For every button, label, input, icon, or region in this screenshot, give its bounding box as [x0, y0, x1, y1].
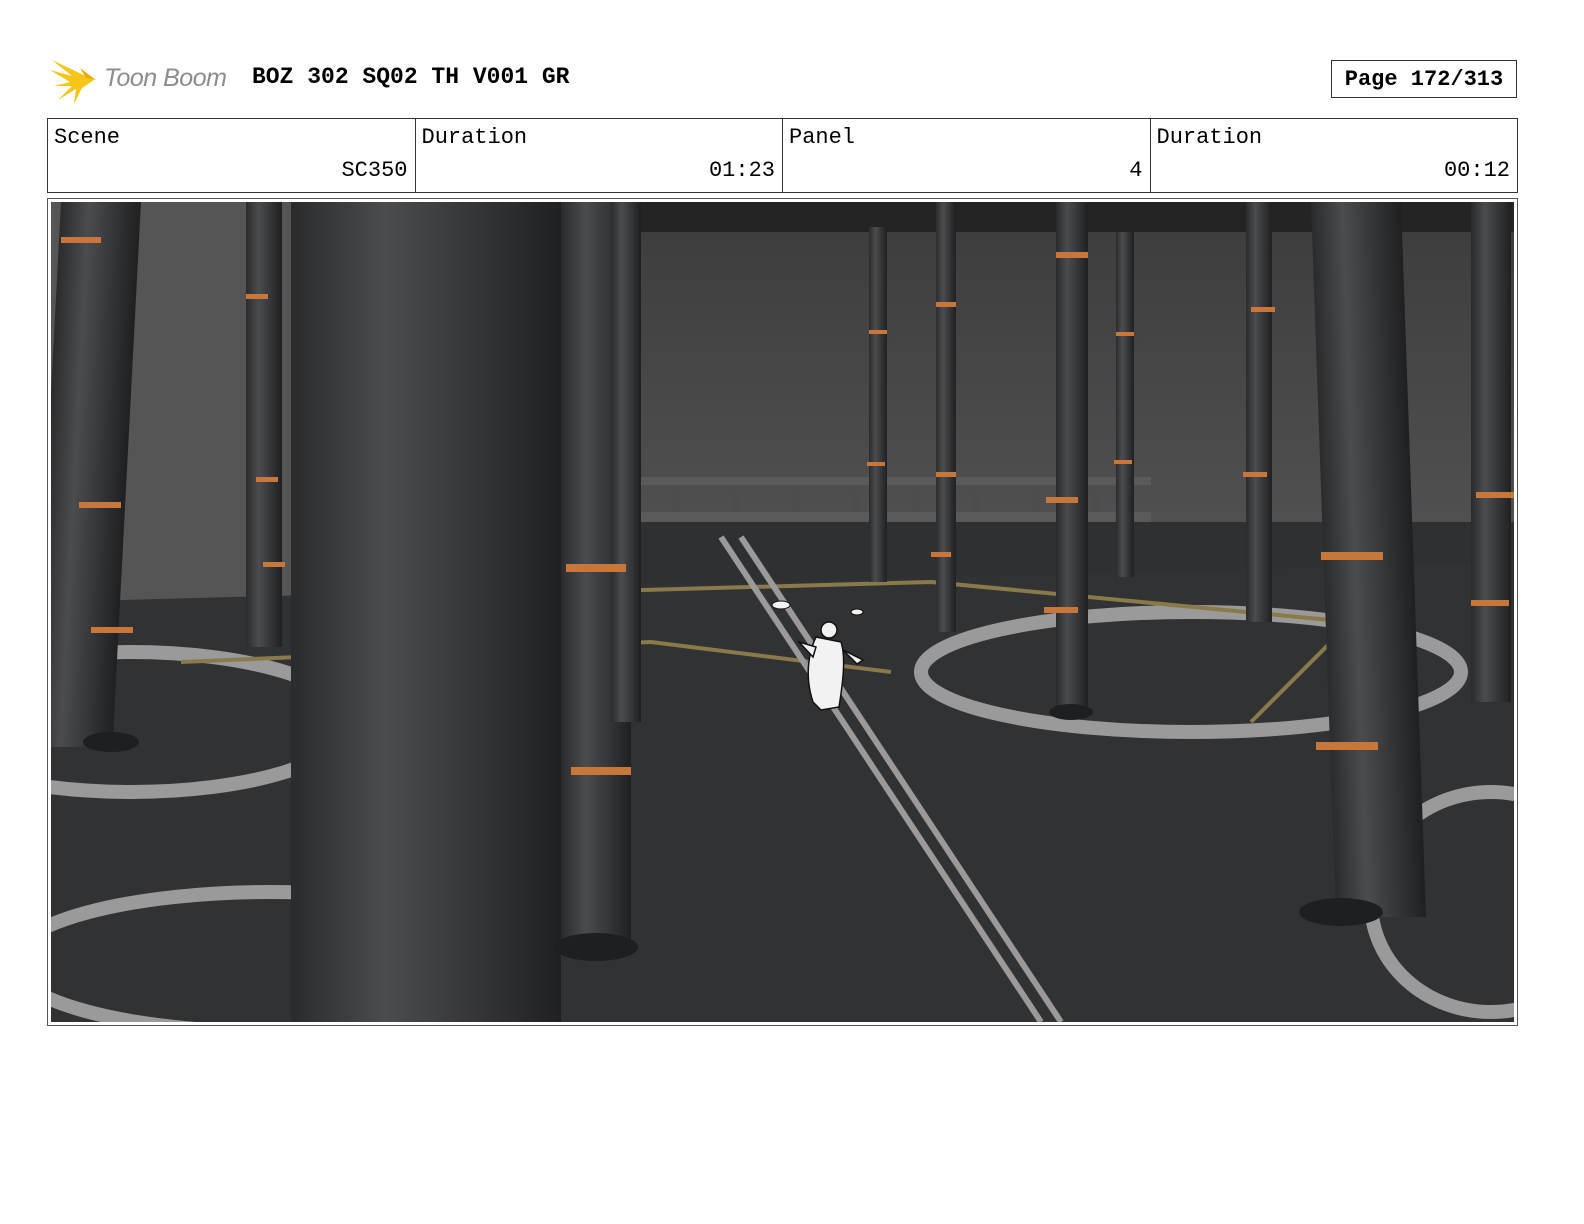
- panel-label: Panel: [789, 125, 856, 150]
- hall-of-pillars-scene: [51, 202, 1514, 1022]
- panel-info-table: Scene SC350 Duration 01:23 Panel 4 Durat…: [47, 118, 1518, 193]
- scene-value: SC350: [341, 158, 408, 183]
- toon-boom-burst-icon: [50, 60, 96, 104]
- scene-cell: Scene SC350: [48, 119, 416, 192]
- panel-duration-cell: Duration 00:12: [1151, 119, 1518, 192]
- panel-value: 4: [1129, 158, 1143, 183]
- scene-duration-cell: Duration 01:23: [416, 119, 783, 192]
- panel-cell: Panel 4: [783, 119, 1151, 192]
- logo-text: Toon Boom: [104, 64, 227, 92]
- storyboard-panel-image: [51, 202, 1514, 1022]
- page-number: Page 172/313: [1331, 60, 1517, 98]
- document-title: BOZ 302 SQ02 TH V001 GR: [252, 64, 570, 90]
- scene-duration-label: Duration: [421, 125, 528, 150]
- toon-boom-logo: Toon Boom: [50, 56, 240, 106]
- panel-duration-value: 00:12: [1443, 158, 1510, 183]
- scene-label: Scene: [54, 125, 121, 150]
- panel-duration-label: Duration: [1156, 125, 1263, 150]
- scene-duration-value: 01:23: [708, 158, 775, 183]
